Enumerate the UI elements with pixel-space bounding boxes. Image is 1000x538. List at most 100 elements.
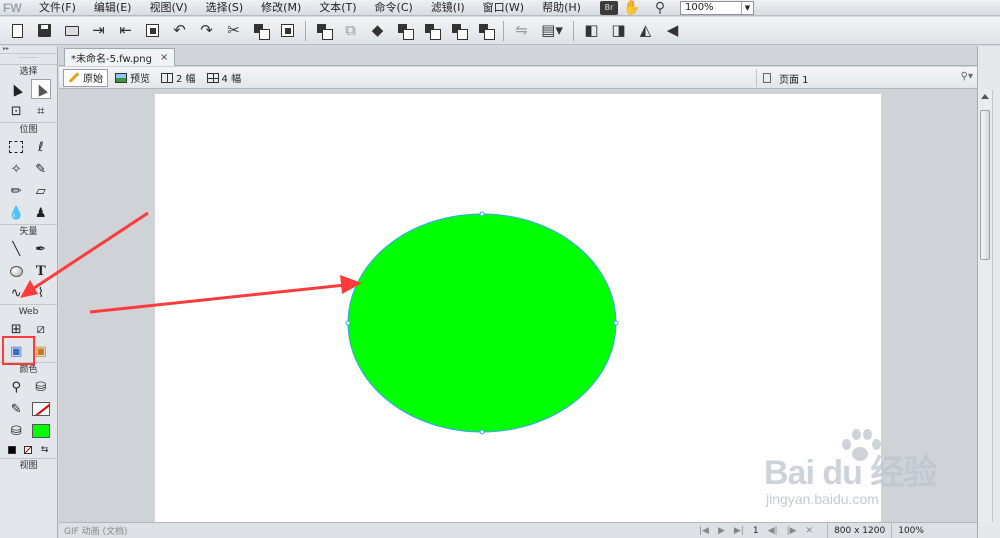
menu-modify[interactable]: 修改(M) xyxy=(252,0,310,16)
view-preview-button[interactable]: 预览 xyxy=(111,69,154,87)
menu-view[interactable]: 视图(V) xyxy=(140,0,196,16)
pointer-tool[interactable] xyxy=(6,79,26,99)
new-button[interactable] xyxy=(4,19,31,43)
redo-icon: ↷ xyxy=(200,21,213,39)
paint-bucket-tool[interactable]: ⛁ xyxy=(31,377,51,397)
scrollbar-thumb[interactable] xyxy=(980,110,990,260)
default-colors-icon[interactable] xyxy=(8,446,17,454)
anchor-point-left[interactable] xyxy=(345,320,351,326)
line-tool[interactable]: ╲ xyxy=(6,239,26,259)
menu-text[interactable]: 文本(T) xyxy=(310,0,365,16)
last-frame-icon[interactable]: ▶| xyxy=(734,526,744,536)
menu-select[interactable]: 选择(S) xyxy=(197,0,253,16)
menu-commands[interactable]: 命令(C) xyxy=(366,0,422,16)
lasso-tool[interactable]: ℓ xyxy=(31,137,51,157)
swap-colors-icon[interactable]: ⇆ xyxy=(41,446,49,455)
page-options-icon[interactable]: ⚲▾ xyxy=(961,71,973,82)
zoom-icon[interactable]: ⚲ xyxy=(646,0,674,16)
zoom-select[interactable]: 100% ▼ xyxy=(679,0,754,15)
next-frame-icon[interactable]: |▶ xyxy=(787,526,797,536)
crop-tool[interactable]: ⌗ xyxy=(31,101,51,121)
undo-button[interactable]: ↶ xyxy=(166,19,193,43)
menu-help[interactable]: 帮助(H) xyxy=(533,0,590,16)
menu-edit[interactable]: 编辑(E) xyxy=(85,0,141,16)
pen-tool[interactable]: ✒ xyxy=(31,239,51,259)
panel-grip[interactable]: ▸▸ xyxy=(0,46,57,54)
status-zoom[interactable]: 100% xyxy=(891,522,930,538)
align-button[interactable]: ▤▾ xyxy=(535,19,569,43)
document-tab[interactable]: *未命名-5.fw.png × xyxy=(64,48,176,66)
import-button[interactable]: ⇥ xyxy=(85,19,112,43)
menu-filters[interactable]: 滤镜(I) xyxy=(422,0,474,16)
view-4up-button[interactable]: 4 幅 xyxy=(203,69,246,87)
hand-icon[interactable]: ✋ xyxy=(618,0,646,16)
canvas[interactable] xyxy=(155,94,881,522)
first-frame-icon[interactable]: |◀ xyxy=(699,526,709,536)
rotate-cw-button[interactable]: ◨ xyxy=(605,19,632,43)
page-selector[interactable]: 页面 1 xyxy=(756,69,956,87)
eyedropper-tool[interactable]: ⚲ xyxy=(6,377,26,397)
green-ellipse[interactable] xyxy=(347,213,617,433)
freeform-icon: ∿ xyxy=(10,285,22,301)
subselect-tool[interactable] xyxy=(30,79,51,99)
fill-color-swatch[interactable] xyxy=(31,421,51,441)
bring-front-button[interactable] xyxy=(391,19,418,43)
two-up-icon xyxy=(161,72,173,83)
flip-horizontal-button[interactable]: ◭ xyxy=(632,19,659,43)
pencil-tool[interactable]: ✏ xyxy=(6,181,26,201)
align-icon: ▤▾ xyxy=(541,21,563,39)
vertical-scrollbar[interactable] xyxy=(978,90,993,522)
copy-button[interactable] xyxy=(247,19,274,43)
save-button[interactable] xyxy=(31,19,58,43)
text-tool[interactable]: T xyxy=(31,261,51,281)
stamp-tool[interactable]: ♟ xyxy=(31,203,51,223)
knife-tool[interactable]: ⌇ xyxy=(31,283,51,303)
eraser-tool[interactable]: ▱ xyxy=(31,181,51,201)
menu-file[interactable]: 文件(F) xyxy=(30,0,85,16)
print-button[interactable] xyxy=(139,19,166,43)
export-button[interactable]: ⇤ xyxy=(112,19,139,43)
flip-horizontal-icon: ◭ xyxy=(639,21,652,39)
no-stroke-icon[interactable] xyxy=(24,446,33,454)
redo-button[interactable]: ↷ xyxy=(193,19,220,43)
magic-wand-tool[interactable]: ✧ xyxy=(6,159,26,179)
anchor-point-bottom[interactable] xyxy=(479,429,485,435)
marquee-tool[interactable] xyxy=(6,137,26,157)
freeform-tool[interactable]: ∿ xyxy=(6,283,26,303)
menu-window[interactable]: 窗口(W) xyxy=(474,0,533,16)
play-icon[interactable]: ▶ xyxy=(718,526,725,536)
chevron-down-icon[interactable]: ▼ xyxy=(740,1,753,14)
main-toolbar: ⇥ ⇤ ↶ ↷ ✂ ⧉ ◆ ⇋ ▤▾ ◧ ◨ ◭ ◀ xyxy=(0,17,1000,45)
scroll-up-icon[interactable] xyxy=(981,94,989,99)
anchor-point-top[interactable] xyxy=(479,211,485,217)
brush-tool[interactable]: ✎ xyxy=(31,159,51,179)
rotate-button[interactable]: ◧ xyxy=(578,19,605,43)
stroke-color-swatch[interactable] xyxy=(31,399,51,419)
view-original-button[interactable]: 原始 xyxy=(63,68,108,87)
send-backward-button[interactable] xyxy=(445,19,472,43)
join-button[interactable]: ◆ xyxy=(364,19,391,43)
cut-button[interactable]: ✂ xyxy=(220,19,247,43)
paste-button[interactable] xyxy=(274,19,301,43)
distribute-button[interactable]: ⇋ xyxy=(508,19,535,43)
close-icon[interactable]: × xyxy=(160,52,168,63)
send-back-button[interactable] xyxy=(472,19,499,43)
prev-frame-icon[interactable]: ◀| xyxy=(768,526,778,536)
view-2up-button[interactable]: 2 幅 xyxy=(157,69,200,87)
bridge-button[interactable]: Br xyxy=(599,0,618,15)
ellipse-tool[interactable] xyxy=(6,261,26,281)
canvas-svg xyxy=(345,211,619,435)
anchor-point-right[interactable] xyxy=(613,320,619,326)
send-back-icon xyxy=(478,23,495,40)
stop-icon[interactable]: ✕ xyxy=(806,526,814,536)
scale-tool[interactable]: ⊡ xyxy=(6,101,26,121)
bring-forward-button[interactable] xyxy=(418,19,445,43)
ungroup-button[interactable]: ⧉ xyxy=(337,19,364,43)
toolbar-divider xyxy=(305,20,306,41)
blur-tool[interactable]: 💧 xyxy=(6,203,26,223)
canvas-size[interactable]: 800 x 1200 xyxy=(827,522,891,538)
open-button[interactable] xyxy=(58,19,85,43)
panel-grip-dots[interactable]: ········· xyxy=(0,54,57,64)
group-button[interactable] xyxy=(310,19,337,43)
flip-vertical-button[interactable]: ◀ xyxy=(659,19,686,43)
